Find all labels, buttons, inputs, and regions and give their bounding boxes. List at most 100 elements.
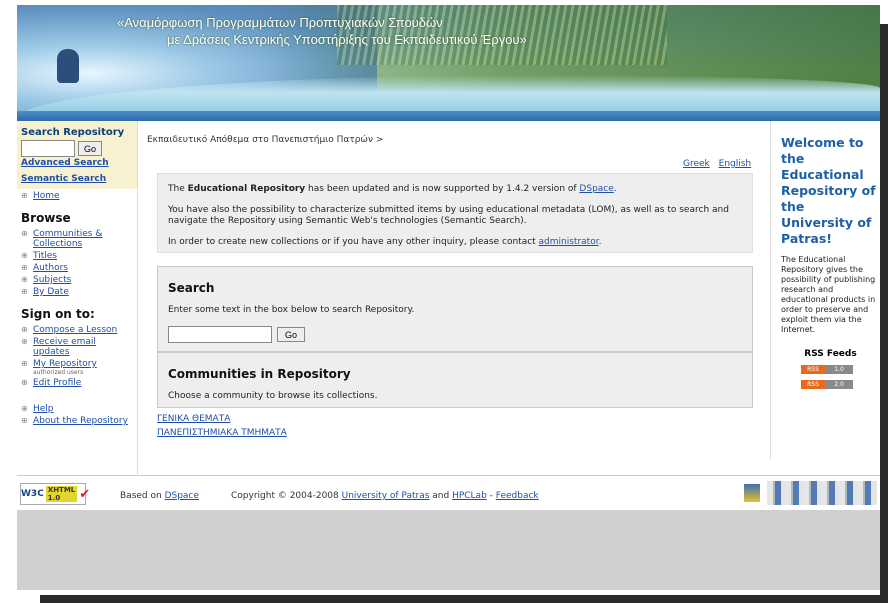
main-go-button[interactable]: Go — [277, 327, 306, 342]
university-link[interactable]: University of Patras — [342, 491, 430, 501]
rss-version-label: 2.0 — [825, 380, 853, 389]
page-frame: «Αναμόρφωση Προγραμμάτων Προπτυχιακών Σπ… — [17, 5, 880, 590]
sidebar-item-about[interactable]: ⊕ About the Repository — [21, 416, 133, 426]
sidebar-search-input[interactable] — [21, 140, 75, 157]
search-panel: Search Enter some text in the box below … — [157, 266, 753, 352]
sidebar-search-panel: Search Repository Go Advanced Search Sem… — [17, 121, 137, 189]
checkmark-icon: ✔ — [79, 486, 91, 502]
search-description: Enter some text in the box below to sear… — [168, 305, 415, 315]
sidebar-go-button[interactable]: Go — [78, 141, 103, 156]
rss-heading: RSS Feeds — [804, 349, 857, 359]
sidebar-item-label[interactable]: Help — [33, 404, 54, 414]
eu-funding-logos — [767, 481, 877, 505]
community-link-departments[interactable]: ΠΑΝΕΠΙΣΤΗΜΙΑΚΑ ΤΜΗΜΑΤΑ — [157, 428, 287, 438]
header-banner: «Αναμόρφωση Προγραμμάτων Προπτυχιακών Σπ… — [17, 5, 880, 121]
circle-arrow-icon: ⊕ — [21, 337, 28, 346]
circle-arrow-icon: ⊕ — [21, 359, 28, 368]
sidebar-item-my-repository[interactable]: ⊕ My Repository authorized users — [21, 359, 133, 376]
w3c-label: W3C — [21, 489, 44, 499]
search-heading: Search — [168, 281, 215, 295]
main-search-input[interactable] — [168, 326, 272, 343]
lang-english-link[interactable]: English — [719, 159, 752, 169]
circle-arrow-icon: ⊕ — [21, 229, 28, 238]
circle-arrow-icon: ⊕ — [21, 378, 28, 387]
xhtml-label: XHTML 1.0 — [45, 486, 78, 502]
language-switcher: Greek English — [677, 159, 751, 169]
empty-area — [17, 510, 880, 590]
sidebar-search-title: Search Repository — [21, 127, 125, 138]
advanced-search-link[interactable]: Advanced Search — [21, 158, 133, 168]
sidebar-item-label[interactable]: Edit Profile — [33, 378, 81, 388]
dspace-link[interactable]: DSpace — [579, 184, 613, 194]
surfer-image — [57, 49, 79, 83]
right-column: Welcome to the Educational Repository of… — [770, 121, 880, 459]
rss-version-label: 1.0 — [825, 365, 853, 374]
circle-arrow-icon: ⊕ — [21, 263, 28, 272]
sidebar-item-subjects[interactable]: ⊕ Subjects — [21, 275, 133, 285]
sidebar-item-label[interactable]: By Date — [33, 287, 69, 297]
footer-dspace-link[interactable]: DSpace — [165, 491, 199, 501]
circle-arrow-icon: ⊕ — [21, 325, 28, 334]
semantic-search-link[interactable]: Semantic Search — [21, 174, 133, 184]
news-paragraph-2: You have also the possibility to charact… — [168, 205, 729, 226]
sidebar-item-compose-lesson[interactable]: ⊕ Compose a Lesson — [21, 325, 133, 335]
news-bold-text: Educational Repository — [187, 184, 306, 194]
sidebar-item-label[interactable]: Receive email updates — [33, 337, 133, 357]
circle-arrow-icon: ⊕ — [21, 275, 28, 284]
based-on-text: Based on DSpace — [120, 491, 199, 501]
sponsor-logo-icon — [744, 484, 760, 502]
communities-panel: Communities in Repository Choose a commu… — [157, 352, 753, 408]
sidebar-item-label[interactable]: My Repository — [33, 359, 97, 369]
lang-greek-link[interactable]: Greek — [683, 159, 710, 169]
sidebar-item-label[interactable]: Home — [33, 191, 60, 201]
sidebar-item-edit-profile[interactable]: ⊕ Edit Profile — [21, 378, 133, 388]
news-box: The Educational Repository has been upda… — [157, 173, 753, 253]
banner-title-line1: «Αναμόρφωση Προγραμμάτων Προπτυχιακών Σπ… — [117, 15, 443, 30]
sidebar-item-label[interactable]: Titles — [33, 251, 57, 261]
rss-icon: RSS — [801, 380, 825, 389]
sidebar-item-communities[interactable]: ⊕ Communities & Collections — [21, 229, 133, 249]
feedback-link[interactable]: Feedback — [496, 491, 539, 501]
administrator-link[interactable]: administrator — [539, 237, 599, 247]
w3c-xhtml-badge[interactable]: W3C XHTML 1.0 ✔ — [20, 483, 90, 505]
rss-feed-2-badge[interactable]: RSS 2.0 — [801, 380, 880, 389]
circle-arrow-icon: ⊕ — [21, 191, 28, 200]
sidebar-item-note: authorized users — [33, 369, 84, 376]
sidebar-item-by-date[interactable]: ⊕ By Date — [21, 287, 133, 297]
sidebar-item-label[interactable]: Subjects — [33, 275, 71, 285]
welcome-heading: Welcome to the Educational Repository of… — [781, 135, 876, 246]
sidebar: Search Repository Go Advanced Search Sem… — [17, 121, 138, 475]
rss-icon: RSS — [801, 365, 825, 374]
circle-arrow-icon: ⊕ — [21, 416, 28, 425]
signon-heading: Sign on to: — [21, 307, 95, 321]
communities-list: ΓΕΝΙΚΑ ΘΕΜΑΤΑ ΠΑΝΕΠΙΣΤΗΜΙΑΚΑ ΤΜΗΜΑΤΑ — [157, 414, 287, 442]
copyright-text: Copyright © 2004-2008 University of Patr… — [231, 491, 539, 501]
hpclab-link[interactable]: HPCLab — [452, 491, 487, 501]
banner-blue-strip — [17, 111, 880, 121]
sidebar-item-label[interactable]: Authors — [33, 263, 68, 273]
community-link-general[interactable]: ΓΕΝΙΚΑ ΘΕΜΑΤΑ — [157, 414, 287, 424]
footer: W3C XHTML 1.0 ✔ Based on DSpace Copyrigh… — [17, 475, 880, 510]
news-paragraph-1: The Educational Repository has been upda… — [168, 184, 617, 194]
breadcrumb[interactable]: Εκπαιδευτικό Απόθεμα στο Πανεπιστήμιο Πα… — [147, 135, 383, 145]
browse-heading: Browse — [21, 211, 71, 225]
welcome-description: The Educational Repository gives the pos… — [781, 255, 876, 334]
rss-feed-1-badge[interactable]: RSS 1.0 — [801, 365, 880, 374]
window-shadow-right — [880, 24, 888, 603]
sidebar-item-label[interactable]: Compose a Lesson — [33, 325, 117, 335]
communities-heading: Communities in Repository — [168, 367, 351, 381]
window-shadow-bottom — [40, 595, 888, 603]
sidebar-item-authors[interactable]: ⊕ Authors — [21, 263, 133, 273]
communities-description: Choose a community to browse its collect… — [168, 391, 378, 401]
sidebar-item-label[interactable]: Communities & Collections — [33, 229, 133, 249]
banner-title: «Αναμόρφωση Προγραμμάτων Προπτυχιακών Σπ… — [117, 14, 527, 48]
sidebar-item-titles[interactable]: ⊕ Titles — [21, 251, 133, 261]
sidebar-item-help[interactable]: ⊕ Help — [21, 404, 133, 414]
sidebar-item-email-updates[interactable]: ⊕ Receive email updates — [21, 337, 133, 357]
circle-arrow-icon: ⊕ — [21, 287, 28, 296]
news-paragraph-3: In order to create new collections or if… — [168, 237, 602, 247]
sidebar-item-label[interactable]: About the Repository — [33, 416, 128, 426]
circle-arrow-icon: ⊕ — [21, 404, 28, 413]
circle-arrow-icon: ⊕ — [21, 251, 28, 260]
sidebar-item-home[interactable]: ⊕ Home — [21, 191, 133, 201]
